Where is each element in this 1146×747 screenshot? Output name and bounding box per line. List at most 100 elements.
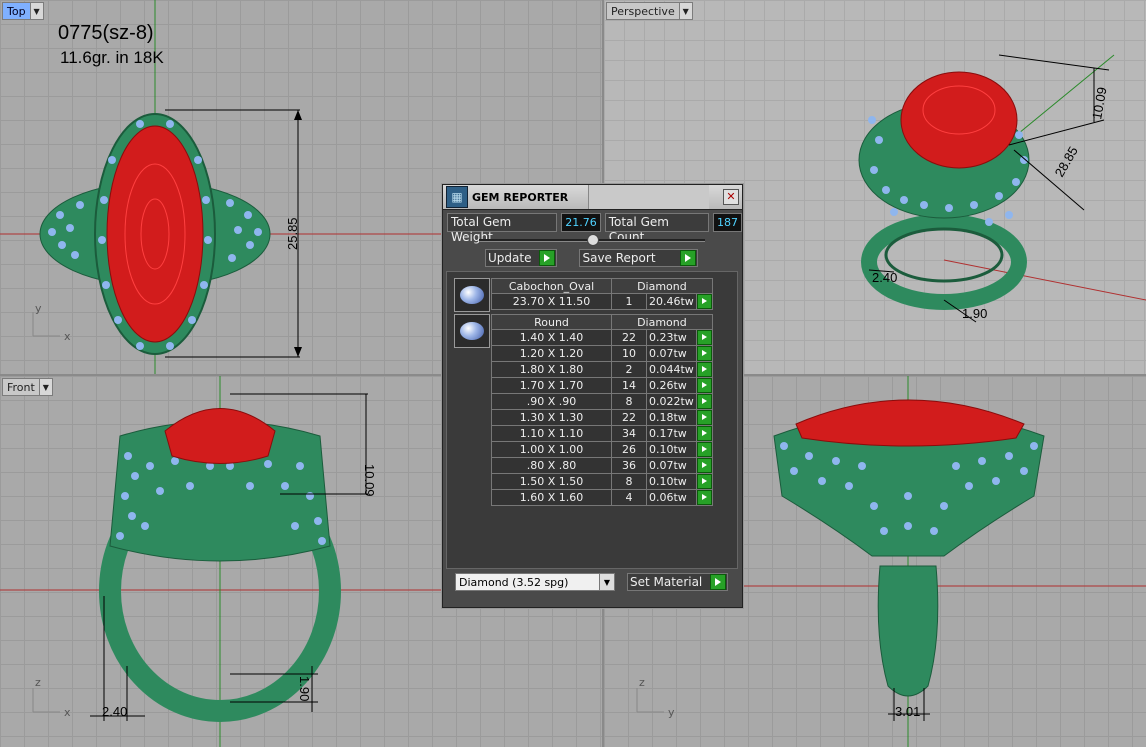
row-select-button[interactable] [695, 345, 713, 362]
total-gem-count-value: 187 [713, 213, 742, 232]
gem-size: 1.70 X 1.70 [491, 377, 612, 394]
gem-count: 8 [611, 473, 647, 490]
table-row: 1.60 X 1.60 4 0.06tw [491, 489, 713, 506]
play-arrow-icon[interactable] [539, 250, 556, 266]
gem-size: 1.00 X 1.00 [491, 441, 612, 458]
play-arrow-icon[interactable] [696, 346, 712, 361]
gem-weight: 0.06tw [646, 489, 697, 506]
viewport-menu-dropdown-icon[interactable]: ▼ [29, 3, 43, 19]
axis-y-label: y [35, 302, 42, 315]
viewport-menu-dropdown-icon[interactable]: ▼ [678, 3, 692, 19]
gem-count: 34 [611, 425, 647, 442]
row-select-button[interactable] [695, 329, 713, 346]
gem-group-table: Cabochon_Oval Diamond 23.70 X 11.50 1 20… [491, 278, 713, 310]
row-select-button[interactable] [695, 409, 713, 426]
update-button[interactable]: Update [485, 249, 558, 267]
right-dimension-width: 3.01 [895, 704, 920, 719]
material-select-value: Diamond (3.52 spg) [459, 575, 569, 589]
row-select-button[interactable] [695, 441, 713, 458]
play-arrow-icon[interactable] [696, 294, 712, 309]
gem-count: 8 [611, 393, 647, 410]
table-row: 1.80 X 1.80 2 0.044tw [491, 361, 713, 378]
gem-group-table: Round Diamond 1.40 X 1.40 22 0.23tw 1.20 X… [491, 314, 713, 506]
viewport-menu-dropdown-icon[interactable]: ▼ [38, 379, 52, 395]
table-row: .80 X .80 36 0.07tw [491, 457, 713, 474]
save-report-button[interactable]: Save Report [579, 249, 698, 267]
viewport-title: Perspective [611, 4, 675, 18]
gem-weight: 0.10tw [646, 441, 697, 458]
axis-z-label: z [35, 676, 41, 689]
gem-size: 1.40 X 1.40 [491, 329, 612, 346]
row-select-button[interactable] [695, 457, 713, 474]
gem-weight: 0.18tw [646, 409, 697, 426]
front-dimension-band: 2.40 [102, 704, 127, 719]
persp-dimension-a: 10.09 [1089, 86, 1109, 121]
gem-count: 36 [611, 457, 647, 474]
play-arrow-icon[interactable] [710, 574, 727, 590]
gem-size: .90 X .90 [491, 393, 612, 410]
play-arrow-icon[interactable] [696, 378, 712, 393]
gem-weight: 0.044tw [646, 361, 697, 378]
play-arrow-icon[interactable] [696, 474, 712, 489]
persp-dimension-d: 1.90 [962, 306, 987, 321]
panel-title-tab [588, 185, 709, 209]
gem-weight: 0.26tw [646, 377, 697, 394]
row-select-button[interactable] [695, 489, 713, 506]
set-material-button[interactable]: Set Material [627, 573, 729, 591]
cabochon-oval-gem-icon[interactable] [454, 278, 490, 312]
gem-material-header: Diamond [611, 278, 713, 294]
chevron-down-icon[interactable]: ▼ [599, 574, 614, 590]
front-dimension-height: 10.09 [362, 464, 377, 497]
gem-weight: 0.022tw [646, 393, 697, 410]
play-arrow-icon[interactable] [696, 410, 712, 425]
row-select-button[interactable] [695, 377, 713, 394]
gem-weight: 20.46tw [646, 293, 697, 310]
gem-size: 1.80 X 1.80 [491, 361, 612, 378]
play-arrow-icon[interactable] [696, 490, 712, 505]
axis-y-label: y [668, 706, 675, 719]
play-arrow-icon[interactable] [679, 250, 696, 266]
totals-row: Total Gem Weight 21.76 Total Gem Count 1… [447, 213, 742, 244]
play-arrow-icon[interactable] [696, 394, 712, 409]
row-select-button[interactable] [695, 361, 713, 378]
table-row: 1.00 X 1.00 26 0.10tw [491, 441, 713, 458]
gem-reporter-panel: ▦ GEM REPORTER ✕ Total Gem Weight 21.76 … [442, 184, 743, 608]
play-arrow-icon[interactable] [696, 330, 712, 345]
play-arrow-icon[interactable] [696, 362, 712, 377]
round-gem-icon[interactable] [454, 314, 490, 348]
slider-knob[interactable] [587, 234, 599, 246]
size-slider[interactable] [479, 234, 705, 246]
top-viewport-label[interactable]: Top ▼ [2, 2, 44, 20]
perspective-viewport-label[interactable]: Perspective ▼ [606, 2, 693, 20]
total-gem-count-label: Total Gem Count [604, 213, 709, 244]
axis-x-label: x [64, 706, 71, 719]
save-report-button-label: Save Report [582, 251, 656, 265]
viewport-title: Top [7, 4, 26, 18]
axis-z-label: z [639, 676, 645, 689]
persp-dimension-c: 2.40 [872, 270, 897, 285]
material-select[interactable]: Diamond (3.52 spg) ▼ [455, 573, 615, 591]
gem-weight: 0.17tw [646, 425, 697, 442]
update-button-label: Update [488, 251, 532, 265]
gem-count: 14 [611, 377, 647, 394]
total-gem-weight-label: Total Gem Weight [447, 213, 558, 244]
row-select-button[interactable] [695, 425, 713, 442]
axis-x-label: x [64, 330, 71, 343]
front-viewport-label[interactable]: Front ▼ [2, 378, 53, 396]
table-row: 1.30 X 1.30 22 0.18tw [491, 409, 713, 426]
gem-weight: 0.07tw [646, 457, 697, 474]
close-icon[interactable]: ✕ [723, 189, 739, 205]
gem-list-area: Cabochon_Oval Diamond 23.70 X 11.50 1 20… [446, 271, 738, 569]
play-arrow-icon[interactable] [696, 458, 712, 473]
gem-size: 1.10 X 1.10 [491, 425, 612, 442]
table-row: 1.20 X 1.20 10 0.07tw [491, 345, 713, 362]
play-arrow-icon[interactable] [696, 442, 712, 457]
play-arrow-icon[interactable] [696, 426, 712, 441]
row-select-button[interactable] [695, 393, 713, 410]
gem-count: 4 [611, 489, 647, 506]
row-select-button[interactable] [695, 293, 713, 310]
row-select-button[interactable] [695, 473, 713, 490]
table-row: 1.40 X 1.40 22 0.23tw [491, 329, 713, 346]
total-gem-weight-value: 21.76 [561, 213, 601, 232]
panel-title-bar[interactable]: ▦ GEM REPORTER ✕ [443, 185, 742, 210]
